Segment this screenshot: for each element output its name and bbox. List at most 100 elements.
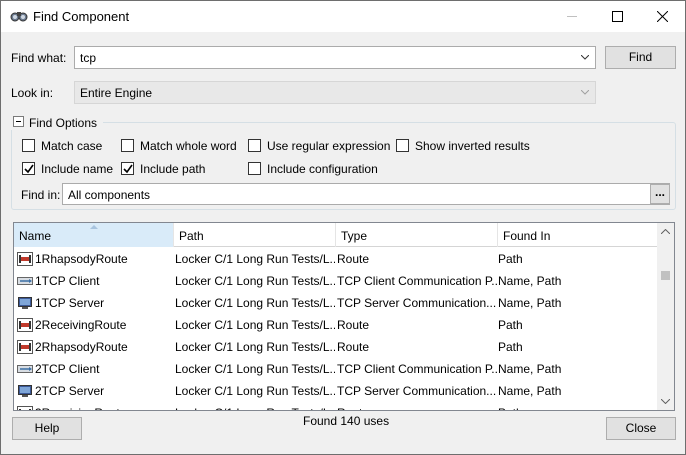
minimize-icon [567,16,577,17]
match-whole-word-checkbox[interactable] [121,139,134,152]
find-what-label: Find what: [11,51,67,65]
cell-path: Locker C/1 Long Run Tests/L... [175,384,335,398]
cell-name: 2ReceivingRoute [35,318,127,332]
cell-path: Locker C/1 Long Run Tests/L... [175,252,335,266]
cell-found-in: Path [498,318,523,332]
cell-type: TCP Client Communication P... [337,362,497,376]
include-configuration-checkbox[interactable] [248,162,261,175]
tcp-client-icon [17,365,33,373]
tcp-server-icon [18,297,32,309]
table-row[interactable]: 2TCP Server Locker C/1 Long Run Tests/L.… [14,380,659,402]
cell-found-in: Path [498,340,523,354]
table-row[interactable]: 2RhapsodyRoute Locker C/1 Long Run Tests… [14,336,659,358]
table-row[interactable]: 2TCP Client Locker C/1 Long Run Tests/L.… [14,358,659,380]
include-configuration-label: Include configuration [267,162,378,176]
tcp-server-icon [18,385,32,397]
cell-type: Route [337,402,497,410]
table-row[interactable]: 1RhapsodyRoute Locker C/1 Long Run Tests… [14,248,659,270]
find-what-value: tcp [80,51,97,65]
cell-path: Locker C/1 Long Run Tests/L... [175,274,335,288]
cell-name: 2TCP Server [35,384,105,398]
look-in-label: Look in: [11,86,54,100]
find-in-value: All components [68,188,151,202]
cell-path: Locker C/1 Long Run Tests/L... [175,402,335,410]
column-found-in-label: Found In [503,229,551,243]
window-title: Find Component [33,9,130,24]
include-path-label: Include path [140,162,206,176]
find-component-dialog: Find Component Find what: tcp Find Look … [0,0,686,455]
table-row[interactable]: 1TCP Client Locker C/1 Long Run Tests/L.… [14,270,659,292]
match-case-checkbox[interactable] [22,139,35,152]
cell-name: 1TCP Client [35,274,100,288]
column-header-found-in[interactable]: Found In [498,223,659,247]
binoculars-icon [10,12,28,22]
minimize-button[interactable] [550,1,595,31]
grid-header: Name Path Type Found In [14,223,659,247]
browse-button[interactable]: ... [650,184,670,204]
cell-name: 2TCP Client [35,362,100,376]
find-in-field[interactable]: All components [62,183,670,205]
scroll-down-icon[interactable] [661,399,670,404]
cell-type: Route [337,318,370,332]
cell-type: TCP Client Communication P... [337,274,497,288]
scroll-up-icon[interactable] [661,229,670,234]
look-in-combobox[interactable]: Entire Engine [74,81,596,104]
route-icon [17,252,33,266]
include-name-checkbox[interactable] [22,162,35,175]
find-button[interactable]: Find [605,46,676,69]
table-row[interactable]: 2ReceivingRoute Locker C/1 Long Run Test… [14,314,659,336]
table-row[interactable]: 1TCP Server Locker C/1 Long Run Tests/L.… [14,292,659,314]
cell-name: 1TCP Server [35,296,105,310]
column-name-label: Name [19,229,52,243]
cell-path: Locker C/1 Long Run Tests/L... [175,340,335,354]
help-button[interactable]: Help [12,417,82,440]
chevron-down-icon[interactable] [581,55,589,60]
route-icon [17,406,33,410]
checkmark-icon [24,164,34,174]
regex-checkbox[interactable] [248,139,261,152]
column-header-path[interactable]: Path [174,223,336,247]
cell-type: Route [337,340,370,354]
find-in-label: Find in: [21,188,61,202]
cell-found-in: Path [498,402,658,410]
inverted-results-checkbox[interactable] [396,139,409,152]
cell-name: 1RhapsodyRoute [35,252,128,266]
include-path-checkbox[interactable] [121,162,134,175]
cell-found-in: Name, Path [498,362,562,376]
column-type-label: Type [341,229,368,243]
cell-type: TCP Server Communication... [337,296,497,310]
route-icon [17,340,33,354]
chevron-down-icon [581,90,589,95]
cell-found-in: Name, Path [498,384,562,398]
cell-found-in: Path [498,252,523,266]
collapse-icon[interactable] [13,116,24,127]
close-icon [657,11,668,22]
table-row[interactable]: 3ReceivingRoute Locker C/1 Long Run Test… [14,402,659,410]
column-path-label: Path [179,229,204,243]
inverted-results-label: Show inverted results [415,139,530,153]
maximize-icon [612,11,623,22]
find-what-combobox[interactable]: tcp [74,46,596,69]
cell-found-in: Name, Path [498,296,562,310]
close-button[interactable]: Close [606,417,676,440]
column-header-name[interactable]: Name [14,223,174,247]
cell-path: Locker C/1 Long Run Tests/L... [175,318,335,332]
close-window-button[interactable] [640,1,685,31]
column-header-type[interactable]: Type [336,223,498,247]
sort-ascending-icon [90,225,98,229]
cell-type: Route [337,252,370,266]
cell-name: 2RhapsodyRoute [35,340,128,354]
find-options-header: Find Options [11,114,103,130]
maximize-button[interactable] [595,1,640,31]
include-name-label: Include name [41,162,114,176]
vertical-scrollbar[interactable] [657,223,674,410]
tcp-client-icon [17,277,33,285]
look-in-value: Entire Engine [80,86,153,100]
route-icon [17,318,33,332]
find-options-title: Find Options [29,116,98,130]
status-text: Found 140 uses [303,414,390,428]
results-grid: Name Path Type Found In 1RhapsodyRoute L… [13,222,675,411]
scrollbar-thumb[interactable] [661,271,670,280]
match-case-label: Match case [41,139,103,153]
checkmark-icon [123,164,133,174]
